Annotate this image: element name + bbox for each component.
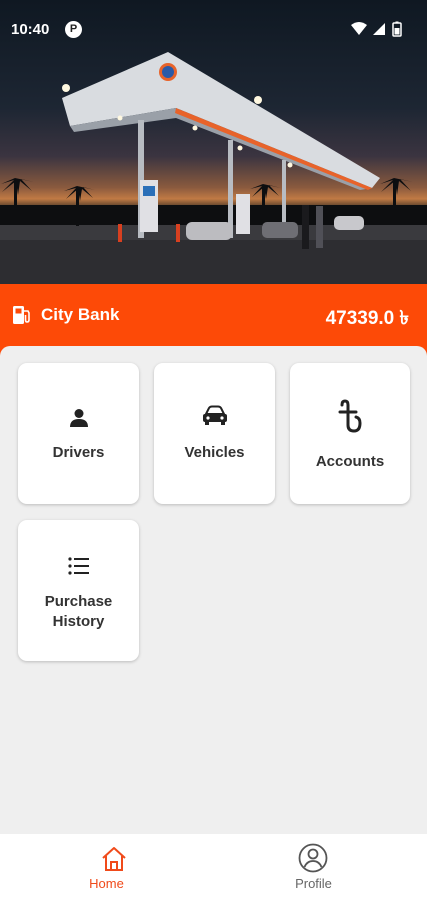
app-notification-icon: P <box>65 21 82 38</box>
accounts-card[interactable]: Accounts <box>290 363 410 504</box>
accounts-label: Accounts <box>315 453 385 470</box>
nav-home[interactable]: Home <box>0 834 213 900</box>
status-time: 10:40 <box>11 21 50 38</box>
drivers-label: Drivers <box>52 444 105 461</box>
purchase-history-card[interactable]: Purchase History <box>18 520 139 661</box>
bottom-navigation: Home Profile <box>0 834 427 900</box>
company-name: City Bank <box>41 305 120 324</box>
home-icon <box>102 847 126 871</box>
purchase-history-label: Purchase History <box>44 593 113 630</box>
dashboard-panel: Drivers Vehicles Accounts Purchase Histo… <box>0 346 427 834</box>
battery-icon <box>392 21 402 37</box>
person-icon <box>69 409 88 427</box>
taka-icon <box>338 399 362 433</box>
nav-home-label: Home <box>89 876 124 891</box>
signal-icon <box>373 23 385 35</box>
status-bar: 10:40 P <box>0 0 427 56</box>
list-icon <box>67 557 89 575</box>
car-icon <box>202 405 227 425</box>
status-icons <box>351 21 402 37</box>
wifi-icon <box>351 22 367 35</box>
vehicles-card[interactable]: Vehicles <box>154 363 275 504</box>
drivers-card[interactable]: Drivers <box>18 363 139 504</box>
nav-profile[interactable]: Profile <box>207 834 420 900</box>
nav-profile-label: Profile <box>295 876 332 891</box>
fuel-pump-icon <box>13 306 30 324</box>
profile-icon <box>298 843 328 873</box>
balance-amount: 47339.0 ৳ <box>325 308 409 329</box>
vehicles-label: Vehicles <box>184 444 245 461</box>
